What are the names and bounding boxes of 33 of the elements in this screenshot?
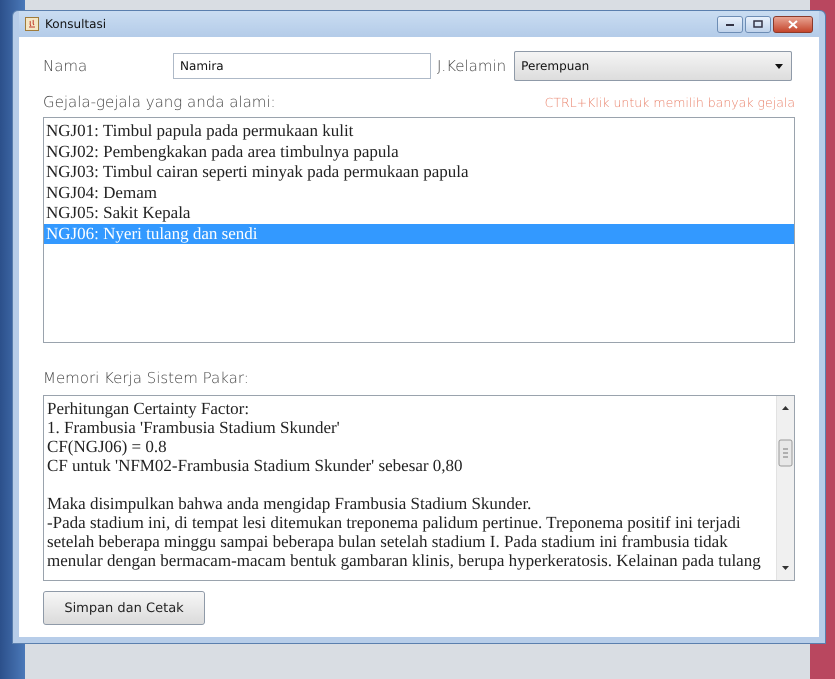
memory-text-line: CF(NGJ06) = 0.8 [47, 437, 167, 456]
symptom-item[interactable]: NGJ03: Timbul cairan seperti minyak pada permukaan papula [44, 162, 794, 182]
hint-text: CTRL+Klik untuk memilih banyak gejala [544, 94, 795, 110]
memory-text-line: CF untuk 'NFM02-Frambusia Stadium Skunder' sebesar 0,80 [47, 456, 463, 475]
java-icon [25, 17, 39, 31]
symptom-item[interactable]: NGJ01: Timbul papula pada permukaan kulit [44, 121, 794, 142]
minimize-button[interactable] [717, 16, 743, 32]
name-label: Nama [43, 57, 88, 75]
minimize-icon [725, 21, 735, 27]
window-title: Konsultasi [45, 17, 108, 31]
scrollbar[interactable] [776, 396, 794, 580]
name-field[interactable]: Namira [173, 53, 431, 79]
close-icon [788, 20, 798, 28]
symptoms-label: Gejala-gejala yang anda alami: [43, 93, 276, 111]
maximize-icon [753, 20, 763, 28]
memory-text-area[interactable] [43, 395, 795, 581]
dropdown-arrow-icon [775, 64, 784, 68]
symptom-item[interactable]: NGJ04: Demam [44, 182, 794, 203]
close-button[interactable] [773, 16, 813, 32]
save-print-button[interactable]: Simpan dan Cetak [43, 591, 205, 625]
memory-text-line: setelah beberapa minggu sampai beberapa bulan setelah stadium I. Pada stadium ini frambusia tidak [47, 532, 728, 551]
gender-dropdown[interactable]: Perempuan [514, 51, 792, 81]
memory-text-line: menular dengan bermacam-macam bentuk gambaran klinis, berupa hyperkeratosis. Kelainan pada tulang [47, 551, 761, 570]
memory-text-line: -Pada stadium ini, di tempat lesi ditemukan treponema palidum pertinue. Treponema positif ini terjadi [47, 513, 741, 532]
maximize-button[interactable] [745, 16, 771, 32]
memory-text-line: Maka disimpulkan bahwa anda mengidap Frambusia Stadium Skunder. [47, 494, 532, 513]
memory-text-line: 1. Frambusia 'Frambusia Stadium Skunder' [47, 418, 340, 437]
gender-label: J.Kelamin [437, 57, 506, 75]
symptom-list[interactable] [43, 117, 795, 343]
memory-text-line: Perhitungan Certainty Factor: [47, 399, 250, 418]
memory-label: Memori Kerja Sistem Pakar: [43, 369, 250, 389]
symptom-item[interactable]: NGJ02: Pembengkakan pada area timbulnya papula [44, 142, 794, 162]
symptom-item[interactable]: NGJ05: Sakit Kepala [44, 203, 794, 224]
